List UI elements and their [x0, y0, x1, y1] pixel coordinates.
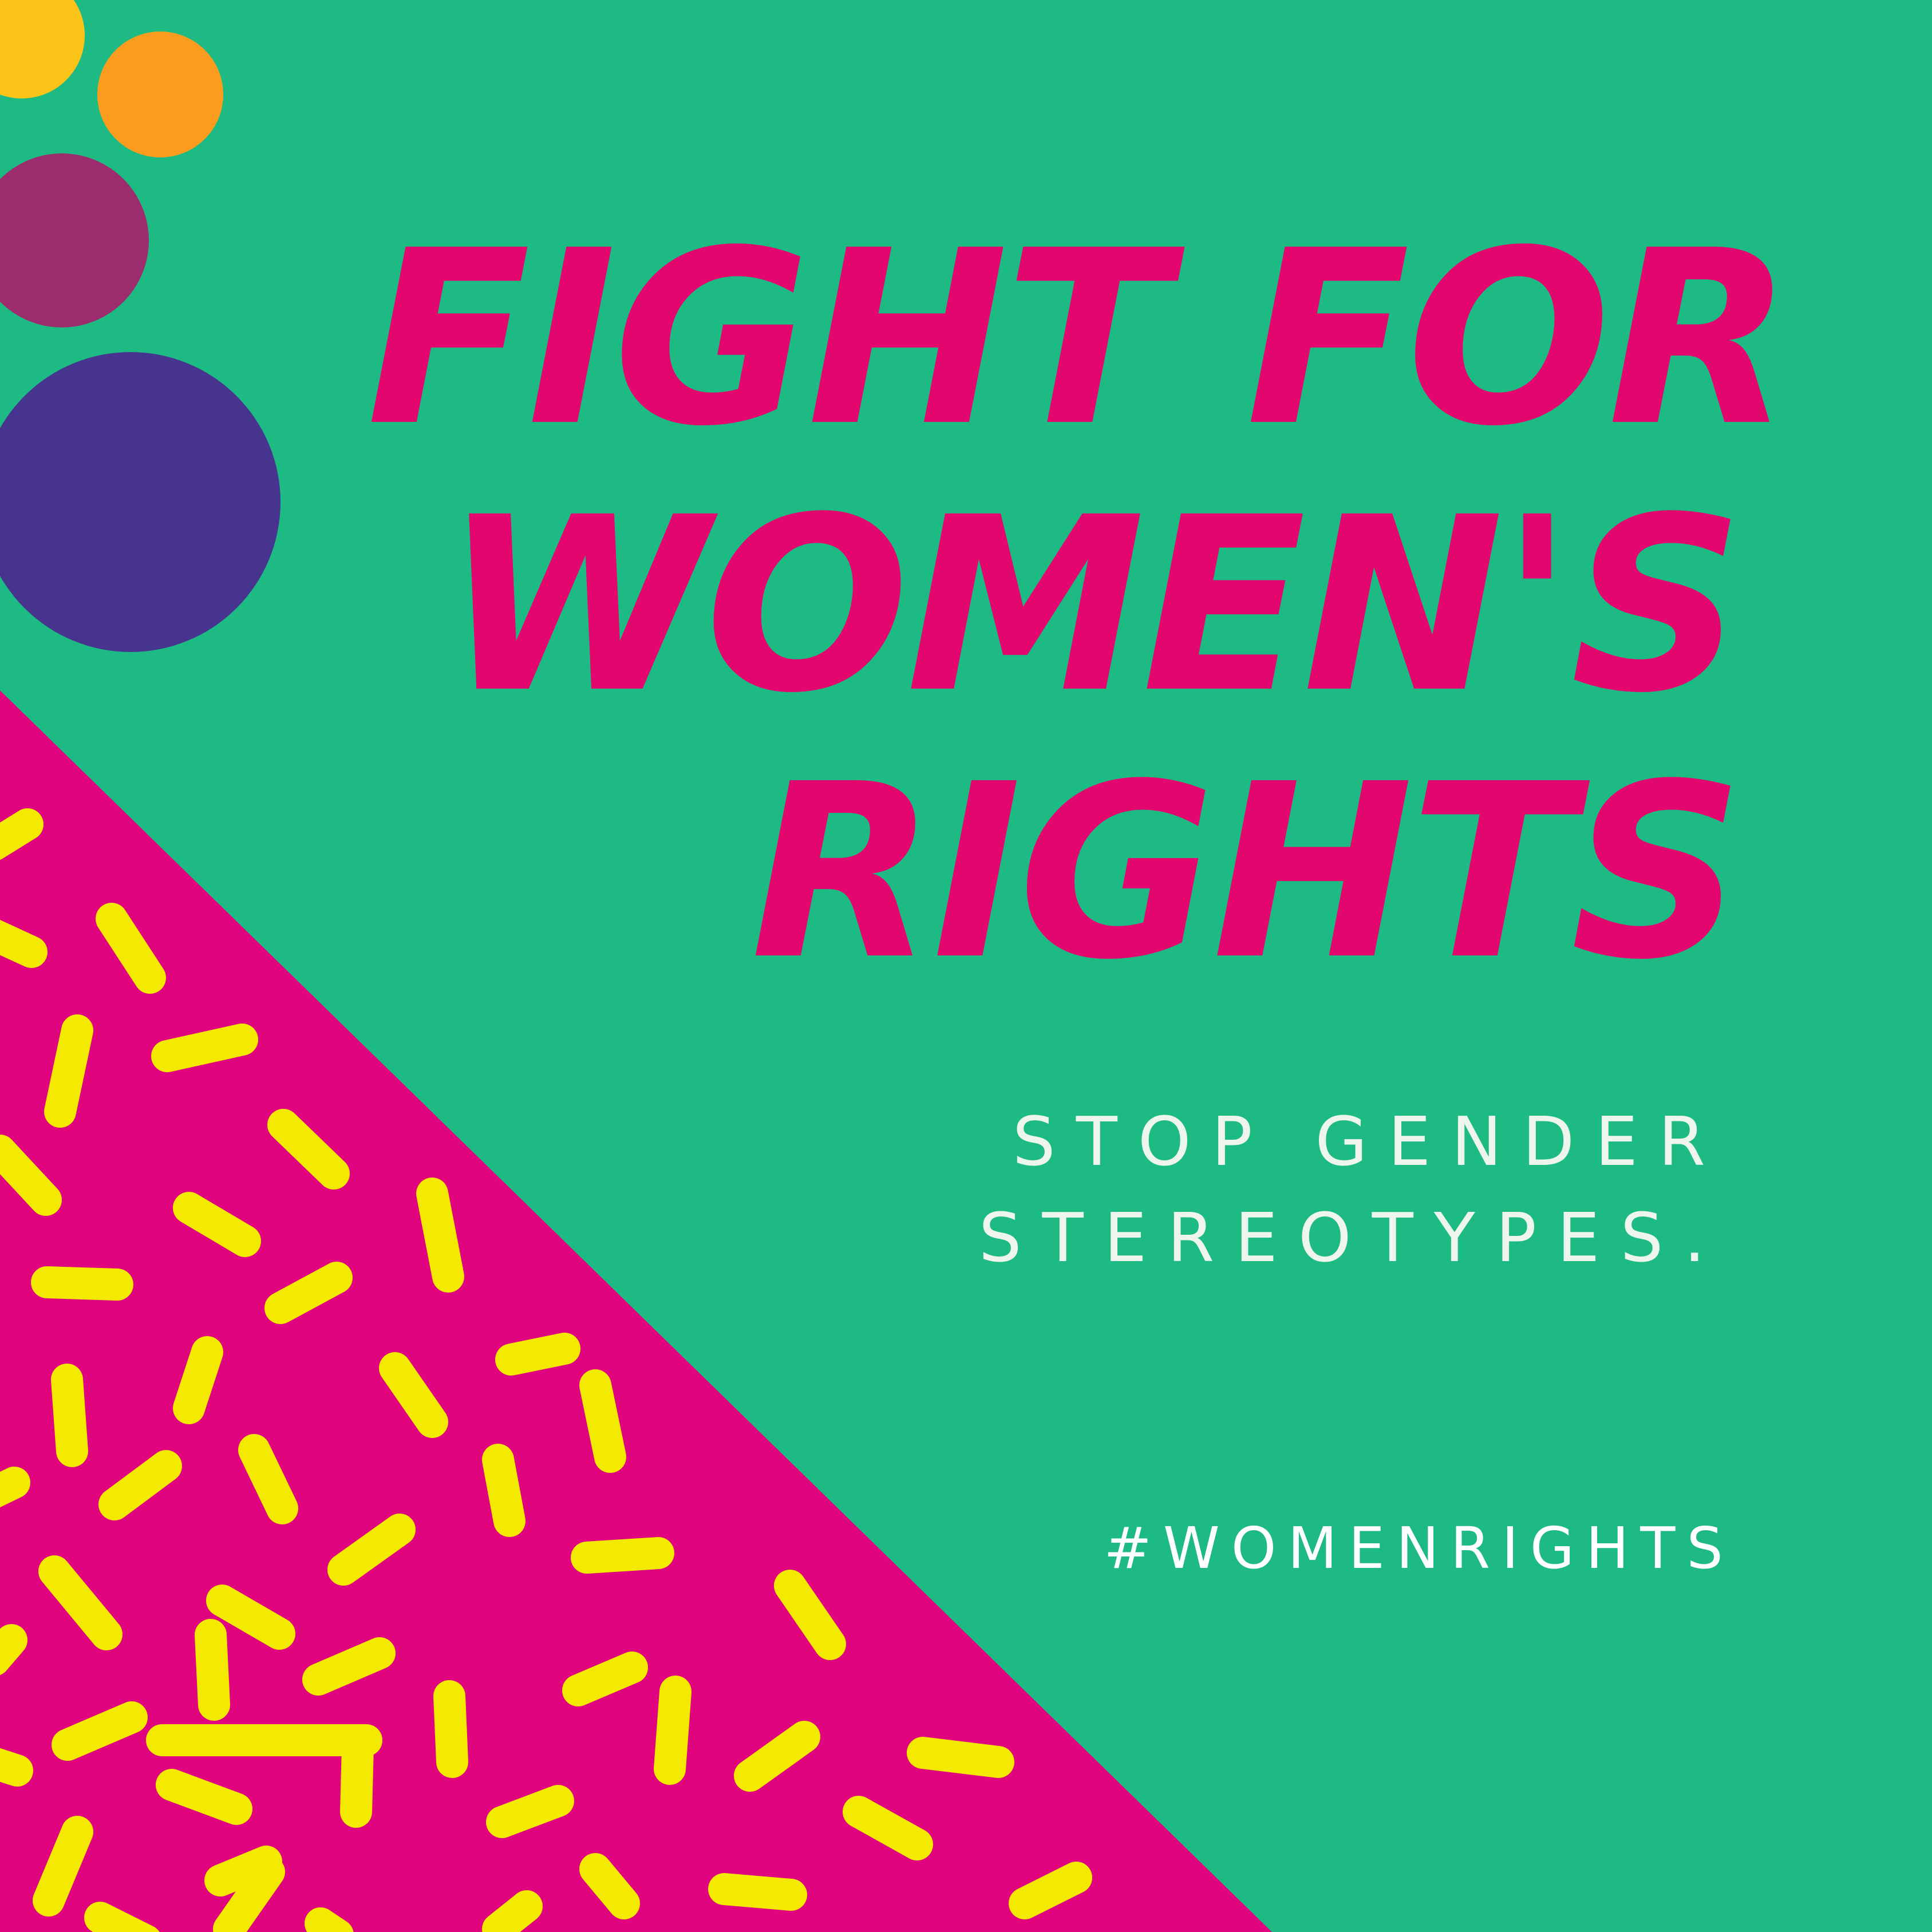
sprinkle: [0, 1624, 27, 1676]
sprinkle: [0, 1467, 30, 1508]
headline-line-1: FIGHT FOR: [366, 199, 1792, 479]
sprinkle: [0, 808, 44, 861]
sprinkle: [433, 1680, 468, 1778]
sprinkle: [51, 1364, 88, 1467]
sprinkle: [416, 1178, 464, 1293]
sprinkle: [0, 919, 48, 968]
headline-line-3: RIGHTS: [750, 733, 1744, 1013]
sprinkle: [44, 1014, 93, 1128]
sprinkle: [31, 1266, 133, 1301]
sprinkle: [579, 1369, 626, 1473]
poster: FIGHT FOR WOMEN'S RIGHTS STOP GENDER STE…: [0, 0, 1932, 1932]
sprinkle: [305, 1907, 354, 1932]
sprinkle: [654, 1676, 692, 1785]
sprinkle: [151, 1024, 258, 1072]
sprinkle: [482, 1890, 543, 1932]
sprinkle: [562, 1652, 648, 1706]
sprinkle: [173, 1336, 223, 1424]
subtitle-line-2: STEREOTYPES.: [978, 1198, 1726, 1277]
subtitle-line-1: STOP GENDER: [1012, 1102, 1726, 1181]
sprinkle: [482, 1444, 526, 1537]
sprinkle: [340, 1730, 374, 1828]
hashtag: #WOMENRIGHTS: [1104, 1515, 1735, 1582]
subtitle: STOP GENDER STEREOTYPES.: [859, 1093, 1726, 1286]
sprinkle: [579, 1853, 640, 1919]
sprinkle: [195, 1619, 230, 1721]
orange-dot: [97, 31, 223, 157]
sprinkle: [708, 1873, 807, 1911]
sprinkle: [571, 1537, 674, 1574]
sprinkle: [907, 1737, 1014, 1778]
sprinkle: [84, 1902, 162, 1932]
sprinkle: [495, 1333, 580, 1376]
sprinkle: [486, 1785, 574, 1838]
headline: FIGHT FOR WOMEN'S RIGHTS: [366, 199, 1792, 1013]
sprinkle: [0, 1747, 33, 1787]
headline-line-2: WOMEN'S: [443, 466, 1744, 746]
sprinkle: [156, 1769, 252, 1825]
